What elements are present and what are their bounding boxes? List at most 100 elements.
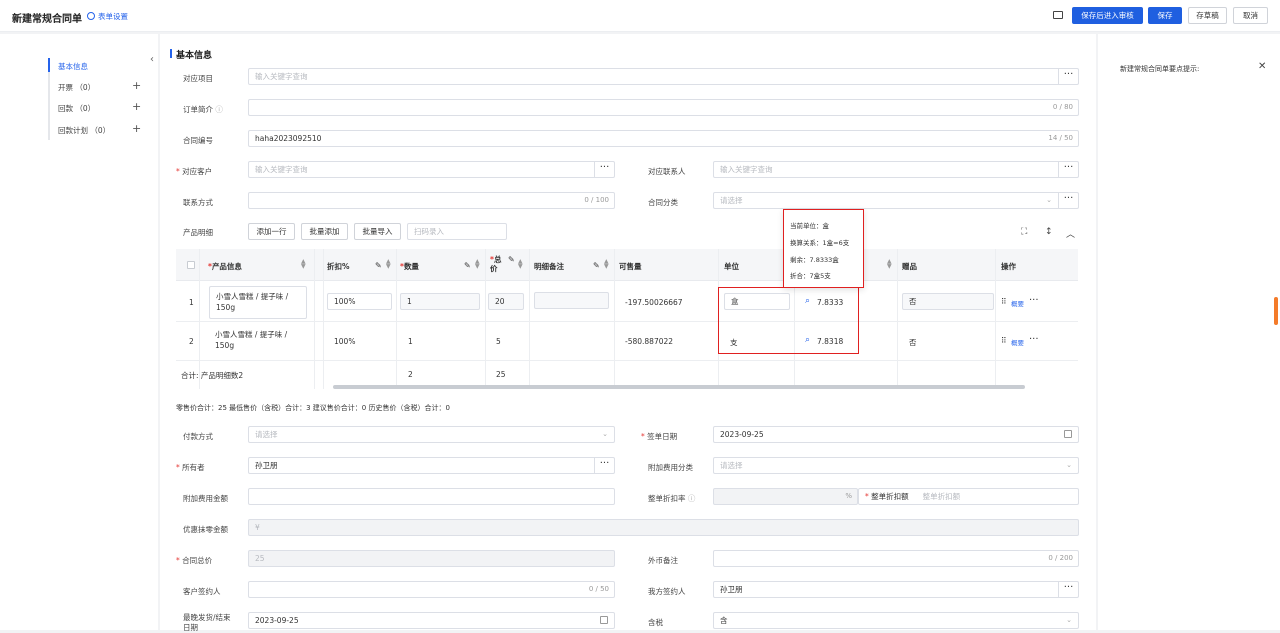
sort-icon[interactable]: ▲ ▼ (475, 259, 480, 270)
fullscreen-icon[interactable]: ⛶ (1021, 227, 1027, 237)
row-number: 1 (189, 298, 194, 307)
edit-icon[interactable]: ✎ (464, 261, 471, 270)
nav-item-basic-info[interactable]: 基本信息 (58, 61, 88, 72)
wipe-label: 优惠抹零金额 (183, 525, 228, 534)
remark-input[interactable] (534, 292, 609, 309)
more-icon[interactable]: ··· (594, 457, 614, 474)
edit-icon[interactable]: ✎ (593, 261, 600, 270)
discount-rate-label: 整单折扣率 ⓘ (648, 494, 696, 503)
row-divider (176, 321, 1078, 322)
form-settings-link[interactable]: 表单设置 (87, 11, 128, 22)
wipe-input[interactable]: ¥ (248, 519, 1079, 536)
save-draft-button[interactable]: 存草稿 (1188, 7, 1227, 24)
discount-rate-input[interactable]: % (713, 488, 858, 505)
batch-import-button[interactable]: 批量导入 (354, 223, 401, 240)
chevron-down-icon: ⌄ (1046, 196, 1052, 204)
summary-link[interactable]: 概要 (1011, 298, 1024, 308)
more-icon[interactable]: ··· (1058, 161, 1078, 178)
nav-item-payment[interactable]: 回款 （0） (58, 103, 95, 114)
save-button[interactable]: 保存 (1148, 7, 1182, 24)
summary-link[interactable]: 概要 (1011, 337, 1024, 347)
drag-handle-icon[interactable]: ⠿ (1001, 297, 1007, 306)
help-icon: ⓘ (687, 494, 696, 503)
nav-item-invoice[interactable]: 开票 （0） (58, 82, 95, 93)
close-icon[interactable]: ✕ (1258, 61, 1266, 72)
collapse-icon[interactable]: ‹ (150, 54, 154, 65)
total-value: 5 (496, 337, 501, 346)
add-payment-icon[interactable]: + (132, 100, 141, 113)
calendar-icon (600, 616, 608, 624)
drag-handle-icon[interactable]: ⠿ (1001, 336, 1007, 345)
save-and-submit-button[interactable]: 保存后进入审核 (1072, 7, 1143, 24)
qty-input[interactable]: 1 (400, 293, 480, 310)
our-signer-input[interactable]: 孙卫朋 ··· (713, 581, 1079, 598)
collapse-up-icon[interactable]: ︿ (1066, 227, 1075, 240)
add-invoice-icon[interactable]: + (132, 79, 141, 92)
fee-amount-input[interactable] (248, 488, 615, 505)
select-all-checkbox[interactable] (187, 261, 195, 269)
ship-date-input[interactable]: 2023-09-25 (248, 612, 615, 629)
expand-vertical-icon[interactable]: ↕ (1045, 227, 1053, 237)
contract-no-input[interactable]: haha2023092510 14 / 50 (248, 130, 1079, 147)
more-icon[interactable]: ··· (1058, 68, 1078, 85)
sort-icon[interactable]: ▲ ▼ (604, 259, 609, 270)
more-icon[interactable]: ··· (1058, 581, 1078, 598)
product-cell[interactable]: 小雪人雪糕 / 提子味 / 150g (209, 286, 307, 319)
available-value: -197.50026667 (625, 298, 683, 307)
discount-input[interactable]: 100% (327, 293, 392, 310)
product-cell[interactable]: 小雪人雪糕 / 提子味 / 150g (215, 329, 307, 351)
chevron-down-icon: ⌄ (1066, 461, 1072, 469)
contact-input[interactable]: 输入关键字查询 ··· (713, 161, 1079, 178)
category-select[interactable]: 请选择 ⌄ ··· (713, 192, 1079, 209)
total-input[interactable]: 20 (488, 293, 524, 310)
product-table: *产品信息 ▲ ▼ 折扣% ✎ ▲ ▼ *数量 ✎ ▲ ▼ *总价 ✎ ▲ ▼ 明细备注… (176, 249, 1078, 389)
col-qty: *数量 (400, 262, 419, 271)
sign-date-input[interactable]: 2023-09-25 (713, 426, 1079, 443)
more-icon[interactable]: ··· (594, 161, 614, 178)
our-signer-label: 我方签约人 (648, 587, 686, 596)
add-payment-plan-icon[interactable]: + (132, 122, 141, 135)
sort-icon[interactable]: ▲ ▼ (887, 259, 892, 270)
products-label: 产品明细 (183, 228, 213, 237)
sort-icon[interactable]: ▲ ▼ (518, 259, 523, 270)
tooltip-current-unit: 当前单位：盒 (790, 222, 829, 230)
more-icon[interactable]: ··· (1029, 295, 1039, 306)
scan-input[interactable]: 扫码录入 (407, 223, 507, 240)
tax-select[interactable]: 含 ⌄ (713, 612, 1079, 629)
sort-icon[interactable]: ▲ ▼ (301, 259, 306, 270)
col-total: *总价 (490, 255, 502, 273)
nav-item-payment-plan[interactable]: 回款计划 （0） (58, 125, 110, 136)
edit-icon[interactable]: ✎ (508, 255, 515, 264)
total-price-label: * 合同总价 (176, 556, 213, 565)
chevron-down-icon: ⌄ (1066, 616, 1072, 624)
more-icon[interactable]: ··· (1058, 192, 1078, 209)
phone-input[interactable]: 0 / 100 (248, 192, 615, 209)
brief-label: 订单简介 ⓘ (183, 105, 223, 114)
tooltip-conversion: 换算关系：1盒=6支 (790, 239, 850, 247)
batch-add-button[interactable]: 批量添加 (301, 223, 348, 240)
owner-input[interactable]: 孙卫朋 ··· (248, 457, 615, 474)
footer-total: 25 (496, 370, 506, 379)
add-row-button[interactable]: 添加一行 (248, 223, 295, 240)
table-footer-label: 合计: 产品明细数2 (181, 371, 244, 380)
pay-select[interactable]: 请选择 ⌄ (248, 426, 615, 443)
monitor-icon[interactable] (1053, 11, 1063, 19)
gift-select[interactable]: 否 (902, 293, 994, 310)
brief-input[interactable]: 0 / 80 (248, 99, 1079, 116)
tax-label: 含税 (648, 618, 663, 627)
scrollbar-thumb[interactable] (1274, 297, 1278, 325)
sort-icon[interactable]: ▲ ▼ (386, 259, 391, 270)
discount-amount-input[interactable]: * 整单折扣额 整单折扣额 (858, 488, 1079, 505)
fx-remark-label: 外币备注 (648, 556, 678, 565)
table-scrollbar[interactable] (333, 385, 1025, 389)
customer-input[interactable]: 输入关键字查询 ··· (248, 161, 615, 178)
row-number: 2 (189, 337, 194, 346)
customer-signer-input[interactable]: 0 / 50 (248, 581, 615, 598)
more-icon[interactable]: ··· (1029, 334, 1039, 345)
tooltip-equivalent: 折合：7盒5支 (790, 272, 831, 280)
cancel-button[interactable]: 取消 (1233, 7, 1268, 24)
edit-icon[interactable]: ✎ (375, 261, 382, 270)
fx-remark-input[interactable]: 0 / 200 (713, 550, 1079, 567)
fee-type-select[interactable]: 请选择 ⌄ (713, 457, 1079, 474)
project-input[interactable]: 输入关键字查询 ··· (248, 68, 1079, 85)
